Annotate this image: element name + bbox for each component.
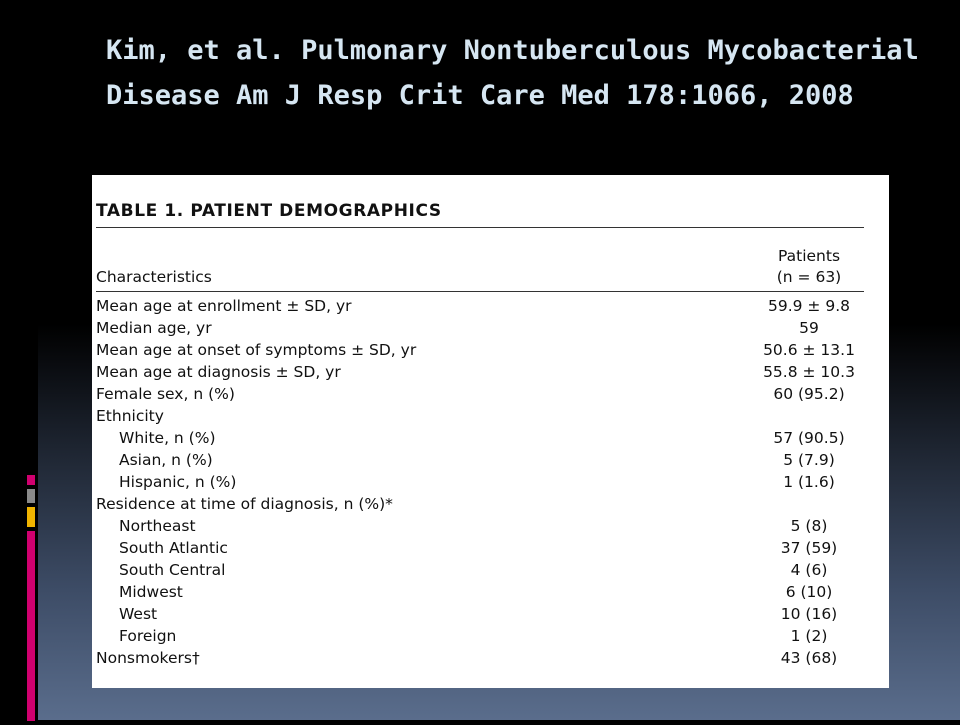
table-row: Mean age at onset of symptoms ± SD, yr 50… [96,339,864,361]
table-row: West 10 (16) [96,603,864,625]
table-row: White, n (%) 57 (90.5) [96,427,864,449]
table-row: Ethnicity [96,405,864,427]
patients-header-n: (n = 63) [776,268,842,286]
row-label: Mean age at diagnosis ± SD, yr [96,363,341,381]
row-value: 50.6 ± 13.1 [763,341,855,359]
row-label: White, n (%) [119,429,216,447]
row-label: Median age, yr [96,319,212,337]
row-label: Mean age at onset of symptoms ± SD, yr [96,341,417,359]
row-value: 55.8 ± 10.3 [763,363,855,381]
row-label: Mean age at enrollment ± SD, yr [96,297,352,315]
row-label: Midwest [119,583,183,601]
table-row: Residence at time of diagnosis, n (%)* [96,493,864,515]
table-row: Mean age at enrollment ± SD, yr 59.9 ± 9.… [96,295,864,317]
row-label: South Atlantic [119,539,228,557]
row-label: Hispanic, n (%) [119,473,237,491]
table-row: Hispanic, n (%) 1 (1.6) [96,471,864,493]
table-row: Median age, yr 59 [96,317,864,339]
row-label: Northeast [119,517,196,535]
row-value: 57 (90.5) [773,429,845,447]
row-label: Foreign [119,627,177,645]
row-value: 10 (16) [780,605,838,623]
row-value: 60 (95.2) [773,385,845,403]
row-value: 1 (1.6) [783,473,835,491]
table-row: Female sex, n (%) 60 (95.2) [96,383,864,405]
row-value: 5 (8) [790,517,828,535]
row-label: Ethnicity [96,407,164,425]
row-label: Residence at time of diagnosis, n (%)* [96,495,393,513]
table-row: South Atlantic 37 (59) [96,537,864,559]
table-row: Nonsmokers† 43 (68) [96,647,864,669]
accent-bar-2 [27,489,35,503]
row-label: Asian, n (%) [119,451,213,469]
accent-bars [27,475,35,725]
row-label: South Central [119,561,226,579]
accent-bar-1 [27,475,35,485]
table-body: Mean age at enrollment ± SD, yr 59.9 ± 9.… [96,292,864,669]
row-value: 4 (6) [790,561,828,579]
table-caption: TABLE 1. PATIENT DEMOGRAPHICS [96,199,864,228]
table-row: Asian, n (%) 5 (7.9) [96,449,864,471]
row-value: 43 (68) [780,649,838,667]
table-row: South Central 4 (6) [96,559,864,581]
row-value: 59 [799,319,819,337]
table-row: Mean age at diagnosis ± SD, yr 55.8 ± 10.… [96,361,864,383]
row-value: 6 (10) [785,583,833,601]
row-value: 5 (7.9) [783,451,835,469]
table-row: Northeast 5 (8) [96,515,864,537]
row-label: Nonsmokers† [96,649,200,667]
patients-header: Patients (n = 63) [754,246,864,288]
accent-bar-4 [27,531,35,721]
row-value: 1 (2) [790,627,828,645]
table-header: Characteristics Patients (n = 63) [96,228,864,292]
table-row: Midwest 6 (10) [96,581,864,603]
characteristics-header: Characteristics [96,268,212,286]
slide-title: Kim, et al. Pulmonary Nontuberculous Myc… [106,35,919,111]
table-image: TABLE 1. PATIENT DEMOGRAPHICS Characteri… [92,175,889,688]
row-value: 37 (59) [780,539,838,557]
row-label: Female sex, n (%) [96,385,235,403]
patients-header-label: Patients [777,247,841,265]
accent-bar-3 [27,507,35,527]
row-label: West [119,605,158,623]
row-value: 59.9 ± 9.8 [767,297,850,315]
table-row: Foreign 1 (2) [96,625,864,647]
